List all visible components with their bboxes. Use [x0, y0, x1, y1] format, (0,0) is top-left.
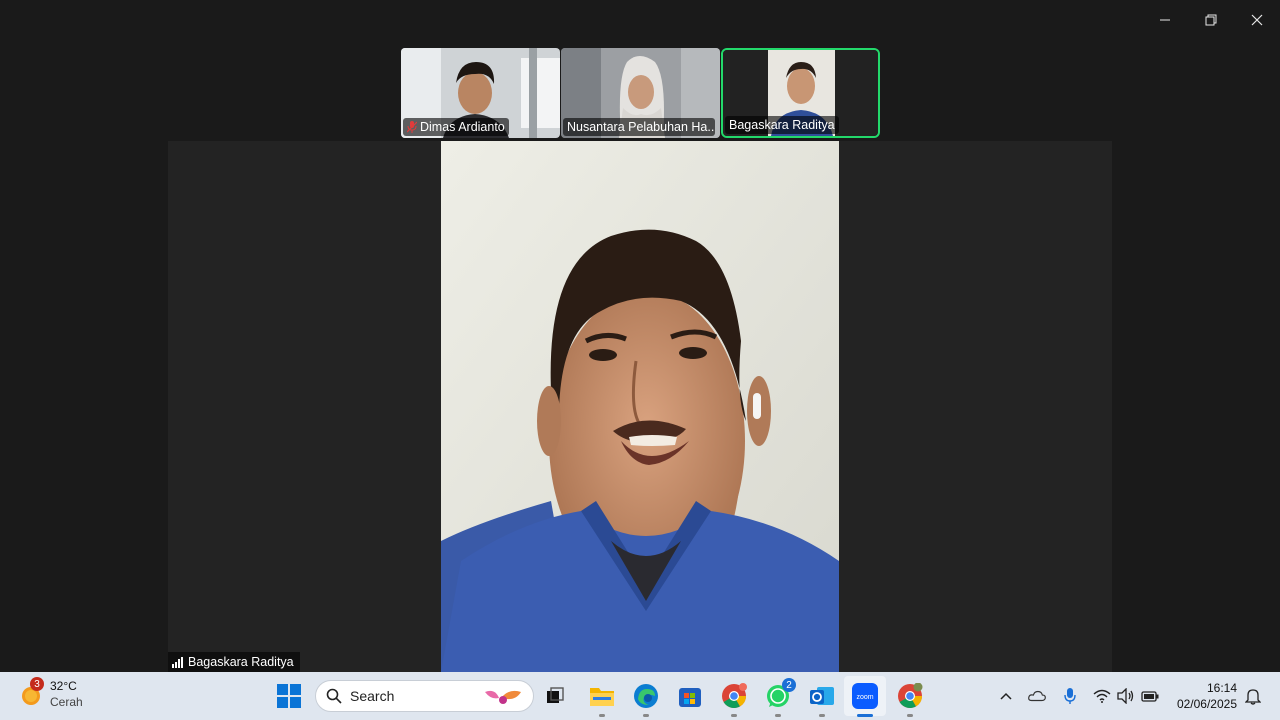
minimize-button[interactable]	[1142, 0, 1188, 40]
edge-button[interactable]	[632, 682, 660, 717]
clock-date: 02/06/2025	[1176, 697, 1237, 711]
windows-logo-icon	[277, 684, 288, 695]
participant-tile-nusantara[interactable]: Nusantara Pelabuhan Ha...	[561, 48, 720, 138]
speaker-video	[441, 141, 839, 672]
show-hidden-icons-button[interactable]	[997, 687, 1015, 705]
mic-muted-icon	[407, 121, 417, 133]
participant-label: Bagaskara Raditya	[725, 116, 839, 134]
microsoft-store-icon	[679, 688, 701, 707]
task-view-button[interactable]	[541, 682, 569, 710]
participant-label: Dimas Ardianto	[403, 118, 509, 136]
microsoft-store-button[interactable]	[676, 682, 704, 710]
participant-name: Bagaskara Raditya	[729, 118, 835, 132]
taskbar: 3 32°C Cerah Search 2 zoom 16:14 02/06/2…	[0, 672, 1280, 720]
chrome-icon	[722, 683, 747, 709]
wifi-icon	[1093, 689, 1111, 703]
onedrive-icon	[1028, 690, 1046, 702]
volume-icon	[1117, 688, 1134, 704]
file-explorer-icon	[590, 688, 614, 706]
task-view-icon	[547, 687, 564, 703]
volume-button[interactable]	[1117, 687, 1135, 705]
zoom-icon: zoom	[852, 683, 878, 709]
clock-time: 16:14	[1206, 681, 1237, 695]
signal-strength-icon	[172, 656, 183, 668]
weather-temp: 32°C	[50, 679, 77, 693]
weather-badge: 3	[30, 677, 44, 691]
minimize-icon	[1160, 19, 1170, 21]
battery-icon	[1141, 691, 1159, 702]
restore-button[interactable]	[1188, 0, 1234, 40]
system-clock[interactable]: 16:14 02/06/2025	[1177, 680, 1237, 712]
microphone-button[interactable]	[1061, 687, 1079, 705]
edge-icon	[634, 684, 658, 708]
chrome-profile-button[interactable]	[896, 682, 924, 717]
weather-icon: 3	[18, 677, 44, 707]
battery-button[interactable]	[1141, 687, 1159, 705]
window-controls	[1142, 0, 1280, 40]
participant-tile-bagaskara[interactable]: Bagaskara Raditya	[721, 48, 880, 138]
whatsapp-button[interactable]: 2	[764, 678, 796, 717]
chevron-up-icon	[1000, 692, 1012, 700]
chrome-button[interactable]	[720, 682, 748, 717]
restore-icon	[1205, 14, 1217, 26]
participant-label: Nusantara Pelabuhan Ha...	[563, 118, 715, 136]
search-highlight-icon	[485, 690, 521, 704]
main-video-area: Bagaskara Raditya	[168, 141, 1112, 672]
whatsapp-badge: 2	[782, 678, 796, 692]
search-icon	[326, 688, 342, 704]
speaker-video-frame	[441, 141, 839, 672]
close-icon	[1251, 14, 1263, 26]
participant-tile-dimas[interactable]: Dimas Ardianto	[401, 48, 560, 138]
search-label: Search	[350, 688, 395, 704]
start-button[interactable]	[277, 684, 301, 708]
zoom-icon-label: zoom	[856, 694, 873, 701]
close-button[interactable]	[1234, 0, 1280, 40]
speaker-name: Bagaskara Raditya	[188, 655, 294, 669]
weather-widget[interactable]: 3 32°C Cerah	[18, 677, 83, 710]
wifi-button[interactable]	[1093, 687, 1111, 705]
participant-strip: Dimas Ardianto Nusantara Pelabuhan Ha...…	[401, 48, 880, 138]
zoom-button[interactable]: zoom	[851, 682, 879, 717]
participant-name: Dimas Ardianto	[420, 120, 505, 134]
speaker-name-label: Bagaskara Raditya	[168, 652, 300, 672]
outlook-icon	[810, 687, 834, 705]
file-explorer-button[interactable]	[588, 682, 616, 717]
notifications-button[interactable]	[1244, 687, 1262, 705]
notification-bell-icon	[1245, 689, 1261, 705]
weather-condition: Cerah	[50, 695, 83, 709]
search-box[interactable]: Search	[315, 680, 534, 712]
onedrive-button[interactable]	[1028, 687, 1046, 705]
chrome-profile-icon	[898, 683, 923, 709]
participant-name: Nusantara Pelabuhan Ha...	[567, 120, 715, 134]
microphone-icon	[1064, 688, 1076, 704]
outlook-button[interactable]	[808, 682, 836, 717]
